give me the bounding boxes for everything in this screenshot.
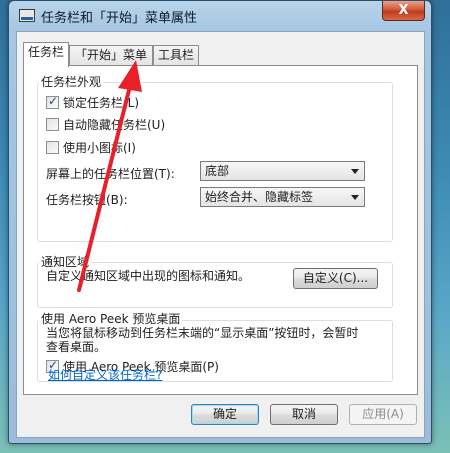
apply-button[interactable]: 应用(A) — [349, 404, 417, 425]
tab-taskbar[interactable]: 任务栏 — [23, 42, 69, 67]
tab-toolbars[interactable]: 工具栏 — [153, 45, 199, 66]
window-title: 任务栏和「开始」菜单属性 — [41, 11, 198, 26]
lock-taskbar-checkbox[interactable] — [46, 94, 59, 109]
title-bar[interactable]: 任务栏和「开始」菜单属性 X — [9, 1, 431, 31]
position-label: 屏幕上的任务栏位置(T): — [46, 167, 175, 181]
help-link[interactable]: 如何自定义该任务栏? — [48, 366, 162, 383]
tab-start-menu[interactable]: 「开始」菜单 — [69, 45, 153, 66]
properties-dialog: 任务栏和「开始」菜单属性 X 任务栏 「开始」菜单 工具栏 任务栏外观 锁定任务… — [8, 0, 432, 444]
chevron-down-icon — [351, 195, 359, 200]
aero-peek-group-title: 使用 Aero Peek 预览桌面 — [39, 310, 183, 327]
buttons-select[interactable]: 始终合并、隐藏标签 — [200, 187, 365, 207]
buttons-select-value: 始终合并、隐藏标签 — [205, 190, 314, 204]
small-icons-label: 使用小图标(I) — [63, 141, 136, 155]
ok-button[interactable]: 确定 — [191, 404, 259, 425]
notification-group-title: 通知区域 — [39, 253, 92, 270]
lock-taskbar-label: 锁定任务栏(L) — [63, 96, 140, 110]
cancel-button[interactable]: 取消 — [270, 404, 338, 425]
aero-peek-description-line1: 当您将鼠标移动到任务栏末端的“显示桌面”按钮时，会暂时 — [46, 326, 359, 340]
small-icons-checkbox[interactable] — [46, 141, 59, 154]
position-select[interactable]: 底部 — [200, 161, 365, 181]
small-icons-row[interactable]: 使用小图标(I) — [46, 139, 136, 156]
tab-panel-taskbar: 任务栏外观 锁定任务栏(L) 自动隐藏任务栏(U) 使用小图标(I) 屏幕上的任… — [23, 65, 418, 395]
customize-button[interactable]: 自定义(C)... — [293, 268, 378, 289]
buttons-label: 任务栏按钮(B): — [46, 193, 128, 207]
taskbar-icon — [19, 9, 35, 22]
appearance-group-title: 任务栏外观 — [39, 73, 104, 90]
dialog-client-area: 任务栏 「开始」菜单 工具栏 任务栏外观 锁定任务栏(L) 自动隐藏任务栏(U)… — [16, 31, 425, 438]
position-select-value: 底部 — [205, 164, 230, 178]
close-button[interactable]: X — [382, 1, 425, 21]
chevron-down-icon — [351, 169, 359, 174]
autohide-taskbar-checkbox[interactable] — [46, 118, 59, 131]
notification-description: 自定义通知区域中出现的图标和通知。 — [46, 269, 251, 283]
autohide-taskbar-label: 自动隐藏任务栏(U) — [63, 118, 166, 132]
aero-peek-description-line2: 查看桌面。 — [46, 340, 107, 354]
autohide-taskbar-row[interactable]: 自动隐藏任务栏(U) — [46, 116, 165, 133]
lock-taskbar-row[interactable]: 锁定任务栏(L) — [46, 94, 139, 111]
